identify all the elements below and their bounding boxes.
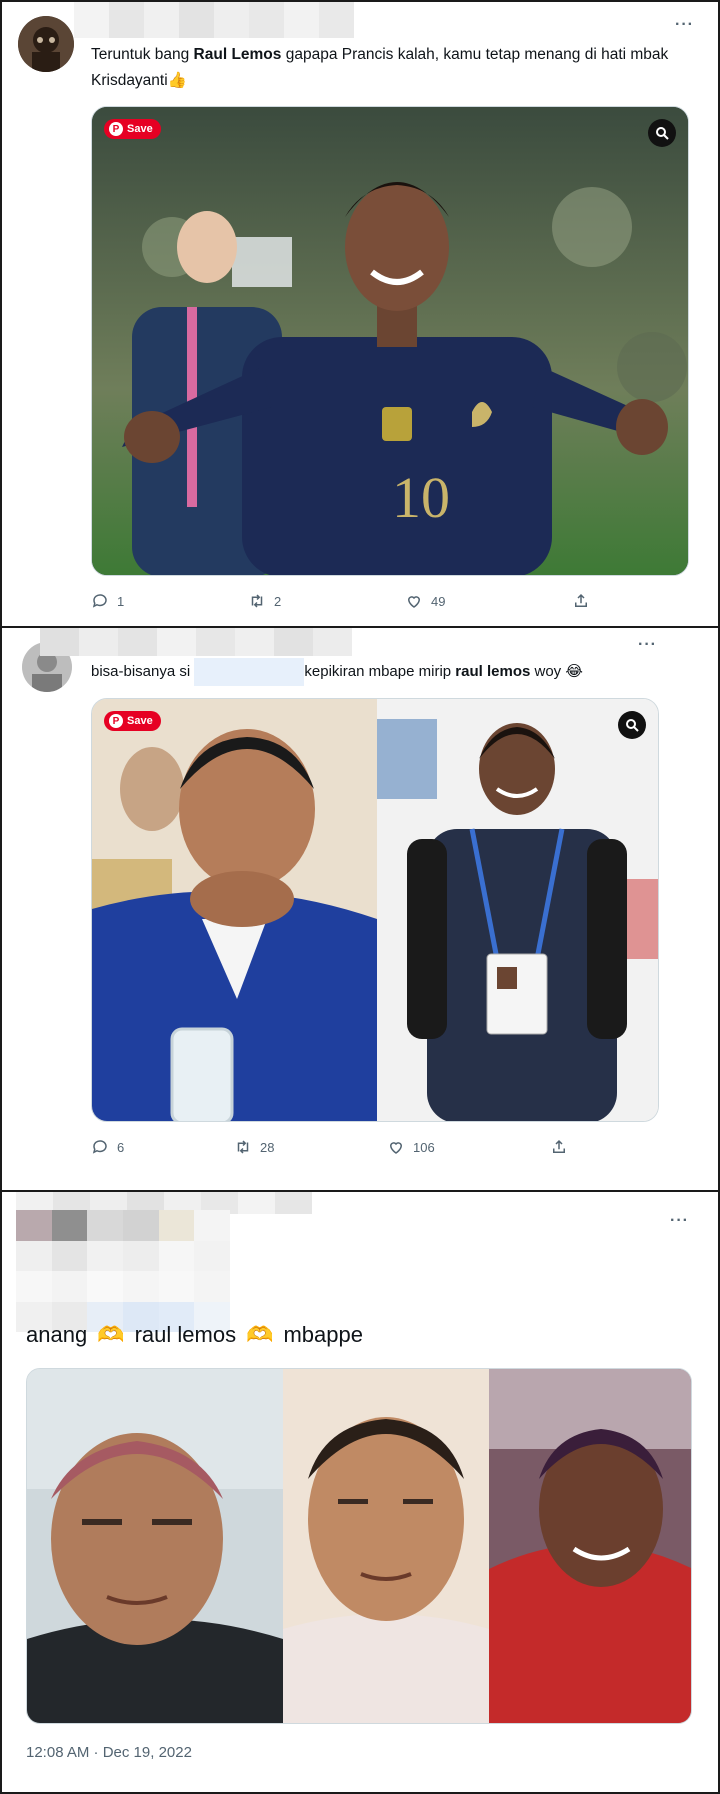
save-button[interactable]: P Save — [104, 711, 161, 731]
svg-text:10: 10 — [392, 465, 450, 530]
heart-hands-icon: 🫶 — [97, 1322, 125, 1347]
photo-anang — [27, 1369, 283, 1723]
tweet-card-3: ··· anang 🫶 raul lemos 🫶 mbappe 12:08 AM… — [0, 1190, 720, 1794]
more-icon[interactable]: ··· — [670, 1212, 689, 1230]
pinterest-icon: P — [109, 122, 123, 136]
tweet-card-2: ··· bisa-bisanya si kepikiran mbape miri… — [0, 626, 720, 1192]
thumbs-up-icon: 👍 — [167, 72, 187, 89]
tweet-text: anang 🫶 raul lemos 🫶 mbappe — [26, 1322, 363, 1347]
blurred-name — [194, 658, 305, 686]
share-icon — [553, 1139, 565, 1153]
reply-icon — [92, 594, 107, 608]
share-button[interactable] — [550, 1138, 568, 1156]
pinterest-icon: P — [109, 714, 123, 728]
laughing-icon: 😂 — [565, 662, 583, 680]
avatar[interactable] — [18, 16, 74, 72]
tweet-card-1: ··· Teruntuk bang Raul Lemos gapapa Pran… — [0, 0, 720, 628]
blurred-username — [74, 2, 354, 38]
tweet-text: bisa-bisanya si kepikiran mbape mirip ra… — [91, 658, 691, 686]
tweet-media-comparison[interactable]: P Save — [91, 698, 659, 1122]
photo-mbappe-jersey: 10 — [92, 107, 688, 575]
heart-hands-icon: 🫶 — [246, 1322, 274, 1347]
like-button[interactable]: 49 — [405, 592, 445, 610]
more-icon[interactable]: ··· — [675, 16, 694, 34]
lens-icon[interactable] — [648, 119, 676, 147]
retweet-icon — [237, 1140, 249, 1154]
like-button[interactable]: 106 — [387, 1138, 435, 1156]
photo-raul-lemos — [92, 699, 377, 1121]
reply-button[interactable]: 6 — [91, 1138, 124, 1156]
tweet-text: Teruntuk bang Raul Lemos gapapa Prancis … — [91, 46, 669, 89]
tweet-media-three-faces[interactable] — [26, 1368, 692, 1724]
mention-raul-lemos: Raul Lemos — [193, 46, 282, 63]
retweet-icon — [251, 594, 263, 608]
reply-icon — [92, 1140, 107, 1154]
photo-raul-lemos — [283, 1369, 489, 1723]
share-icon — [575, 593, 587, 607]
photo-mbappe — [489, 1369, 691, 1723]
heart-icon — [389, 1142, 403, 1154]
lens-icon[interactable] — [618, 711, 646, 739]
blurred-username — [40, 628, 352, 656]
retweet-button[interactable]: 28 — [234, 1138, 274, 1156]
tweet-timestamp[interactable]: 12:08 AM · Dec 19, 2022 — [26, 1744, 192, 1761]
photo-mbappe-france-shirt — [377, 699, 658, 1121]
reply-button[interactable]: 1 — [91, 592, 124, 610]
blurred-profile-mosaic — [16, 1210, 230, 1332]
save-button[interactable]: P Save — [104, 119, 161, 139]
share-button[interactable] — [572, 592, 590, 610]
tweet-media-mbappe-celebrating[interactable]: 10 P Save — [91, 106, 689, 576]
retweet-button[interactable]: 2 — [248, 592, 281, 610]
heart-icon — [407, 596, 421, 608]
more-icon[interactable]: ··· — [638, 636, 657, 654]
